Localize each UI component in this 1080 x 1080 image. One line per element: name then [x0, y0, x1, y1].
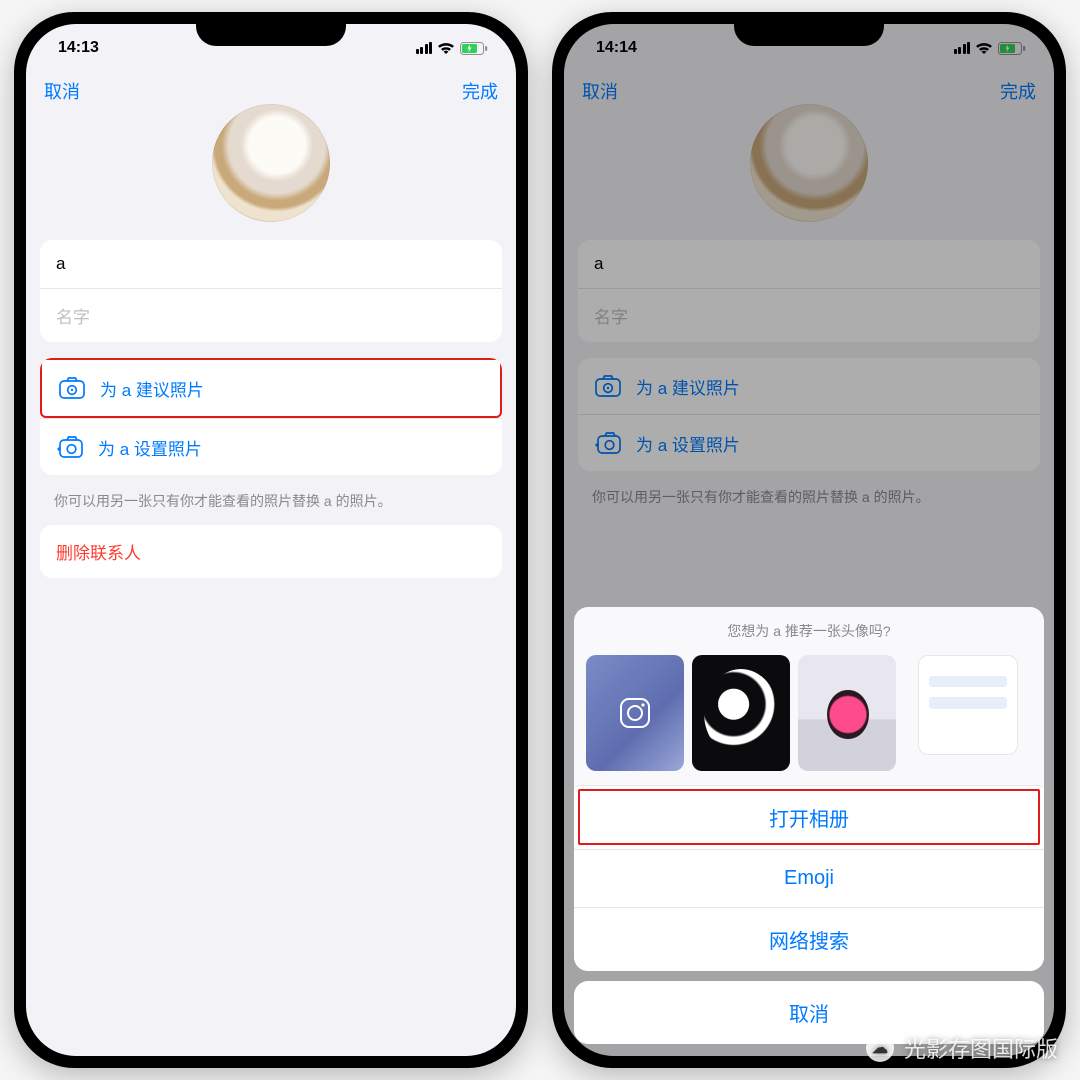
- instagram-icon: [618, 696, 652, 730]
- action-sheet: 您想为 a 推荐一张头像吗? 打开相册 Emoji: [574, 607, 1044, 1044]
- thumb-instagram[interactable]: [586, 655, 684, 771]
- set-photo-label: 为 a 设置照片: [98, 435, 202, 460]
- set-photo-icon: [56, 433, 84, 461]
- status-bar: 14:13: [26, 24, 516, 72]
- screen-left: 14:13 取消 完成 a 名字: [26, 24, 516, 1056]
- thumb-photo-1[interactable]: [692, 655, 790, 771]
- status-indicators: [416, 42, 489, 55]
- suggestion-thumbs: [574, 651, 1044, 785]
- thumb-photo-2[interactable]: [798, 655, 896, 771]
- delete-card: 删除联系人: [40, 525, 502, 578]
- sheet-panel: 您想为 a 推荐一张头像吗? 打开相册 Emoji: [574, 607, 1044, 971]
- suggest-photo-label: 为 a 建议照片: [100, 376, 204, 401]
- suggest-photo-row[interactable]: 为 a 建议照片: [40, 358, 502, 418]
- wifi-icon: [437, 42, 455, 54]
- web-search-button[interactable]: 网络搜索: [574, 907, 1044, 971]
- hint-text: 你可以用另一张只有你才能查看的照片替换 a 的照片。: [26, 491, 516, 525]
- phone-left: 14:13 取消 完成 a 名字: [14, 12, 528, 1068]
- cancel-button[interactable]: 取消: [44, 78, 80, 104]
- open-album-label: 打开相册: [769, 809, 849, 831]
- done-button[interactable]: 完成: [462, 78, 498, 104]
- open-album-button[interactable]: 打开相册: [574, 785, 1044, 849]
- avatar[interactable]: [212, 104, 330, 222]
- battery-icon: [460, 42, 488, 55]
- first-name-placeholder: 名字: [56, 303, 90, 328]
- first-name-field[interactable]: 名字: [40, 288, 502, 342]
- phone-right: 14:14 取消 完成 a 名字: [552, 12, 1066, 1068]
- sheet-cancel-label: 取消: [789, 1004, 829, 1026]
- set-photo-row[interactable]: 为 a 设置照片: [40, 418, 502, 475]
- wechat-icon: ☁: [866, 1034, 894, 1062]
- emoji-label: Emoji: [784, 867, 834, 889]
- sheet-title: 您想为 a 推荐一张头像吗?: [574, 607, 1044, 651]
- watermark: ☁ 光影存图国际版: [866, 1032, 1058, 1064]
- watermark-text: 光影存图国际版: [904, 1032, 1058, 1064]
- emoji-button[interactable]: Emoji: [574, 849, 1044, 907]
- suggest-icon: [58, 374, 86, 402]
- delete-contact-row[interactable]: 删除联系人: [40, 525, 502, 578]
- thumb-photo-3[interactable]: [918, 655, 1018, 755]
- name-card: a 名字: [40, 240, 502, 342]
- status-time: 14:13: [58, 39, 99, 57]
- last-name-value: a: [56, 254, 65, 274]
- screen-right: 14:14 取消 完成 a 名字: [564, 24, 1054, 1056]
- nav-bar: 取消 完成: [26, 72, 516, 104]
- signal-icon: [416, 42, 433, 54]
- last-name-field[interactable]: a: [40, 240, 502, 288]
- delete-contact-label: 删除联系人: [56, 539, 141, 564]
- actions-card: 为 a 建议照片 为 a 设置照片: [40, 358, 502, 475]
- web-search-label: 网络搜索: [769, 931, 849, 953]
